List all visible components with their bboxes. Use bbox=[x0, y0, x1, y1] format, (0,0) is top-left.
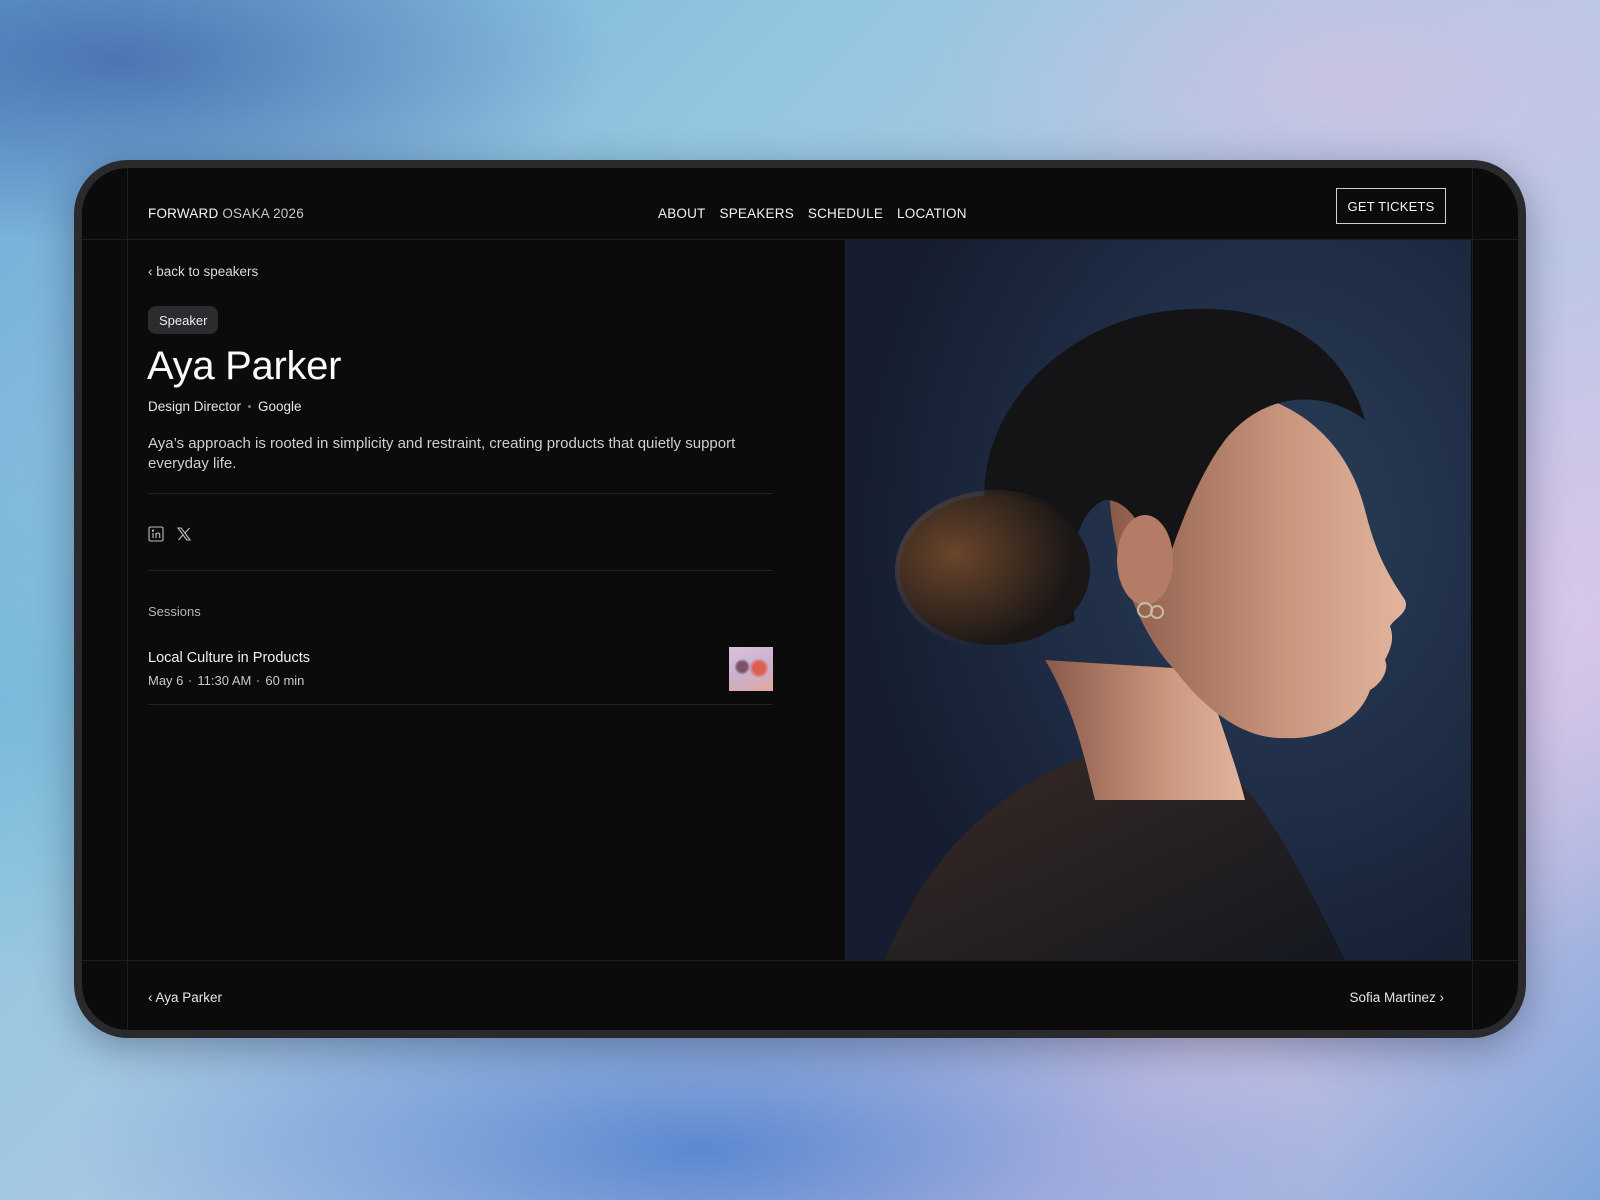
speaker-name: Aya Parker bbox=[147, 344, 342, 388]
speaker-role: Design Director Google bbox=[148, 399, 302, 414]
footer-divider bbox=[82, 960, 1518, 961]
x-icon[interactable] bbox=[176, 526, 192, 542]
nav-speakers[interactable]: SPEAKERS bbox=[720, 206, 794, 221]
app-screen: FORWARD OSAKA 2026 ABOUT SPEAKERS SCHEDU… bbox=[82, 168, 1518, 1030]
tablet-frame: FORWARD OSAKA 2026 ABOUT SPEAKERS SCHEDU… bbox=[74, 160, 1526, 1038]
back-to-speakers-link[interactable]: ‹ back to speakers bbox=[148, 264, 258, 279]
separator-dot bbox=[248, 405, 252, 408]
speaker-title: Design Director bbox=[148, 399, 242, 414]
previous-speaker-link[interactable]: ‹ Aya Parker bbox=[148, 990, 222, 1005]
brand-edition: OSAKA 2026 bbox=[222, 206, 304, 221]
sessions-heading: Sessions bbox=[148, 604, 201, 619]
session-meta: May 6 11:30 AM 60 min bbox=[148, 673, 304, 688]
session-thumbnail[interactable] bbox=[729, 647, 773, 691]
nav-schedule[interactable]: SCHEDULE bbox=[808, 206, 883, 221]
linkedin-icon[interactable] bbox=[148, 526, 164, 542]
divider bbox=[148, 493, 773, 494]
session-duration: 60 min bbox=[265, 673, 305, 688]
speaker-badge: Speaker bbox=[148, 306, 219, 334]
separator-dot bbox=[257, 679, 260, 682]
speaker-photo bbox=[845, 240, 1471, 960]
grid-line bbox=[127, 168, 128, 1030]
get-tickets-button[interactable]: GET TICKETS bbox=[1336, 188, 1446, 224]
brand-name: FORWARD bbox=[148, 206, 219, 221]
divider bbox=[148, 704, 773, 705]
separator-dot bbox=[189, 679, 192, 682]
social-links bbox=[148, 526, 192, 542]
speaker-company: Google bbox=[258, 399, 302, 414]
session-date: May 6 bbox=[148, 673, 184, 688]
main-nav: ABOUT SPEAKERS SCHEDULE LOCATION bbox=[658, 206, 967, 221]
speaker-bio: Aya’s approach is rooted in simplicity a… bbox=[148, 435, 736, 472]
brand-logo[interactable]: FORWARD OSAKA 2026 bbox=[148, 206, 304, 221]
session-title[interactable]: Local Culture in Products bbox=[148, 650, 310, 666]
next-speaker-link[interactable]: Sofia Martinez › bbox=[1349, 990, 1444, 1005]
divider bbox=[148, 570, 773, 571]
nav-location[interactable]: LOCATION bbox=[897, 206, 967, 221]
nav-about[interactable]: ABOUT bbox=[658, 206, 706, 221]
session-time: 11:30 AM bbox=[197, 673, 252, 688]
grid-line bbox=[1472, 168, 1473, 1030]
